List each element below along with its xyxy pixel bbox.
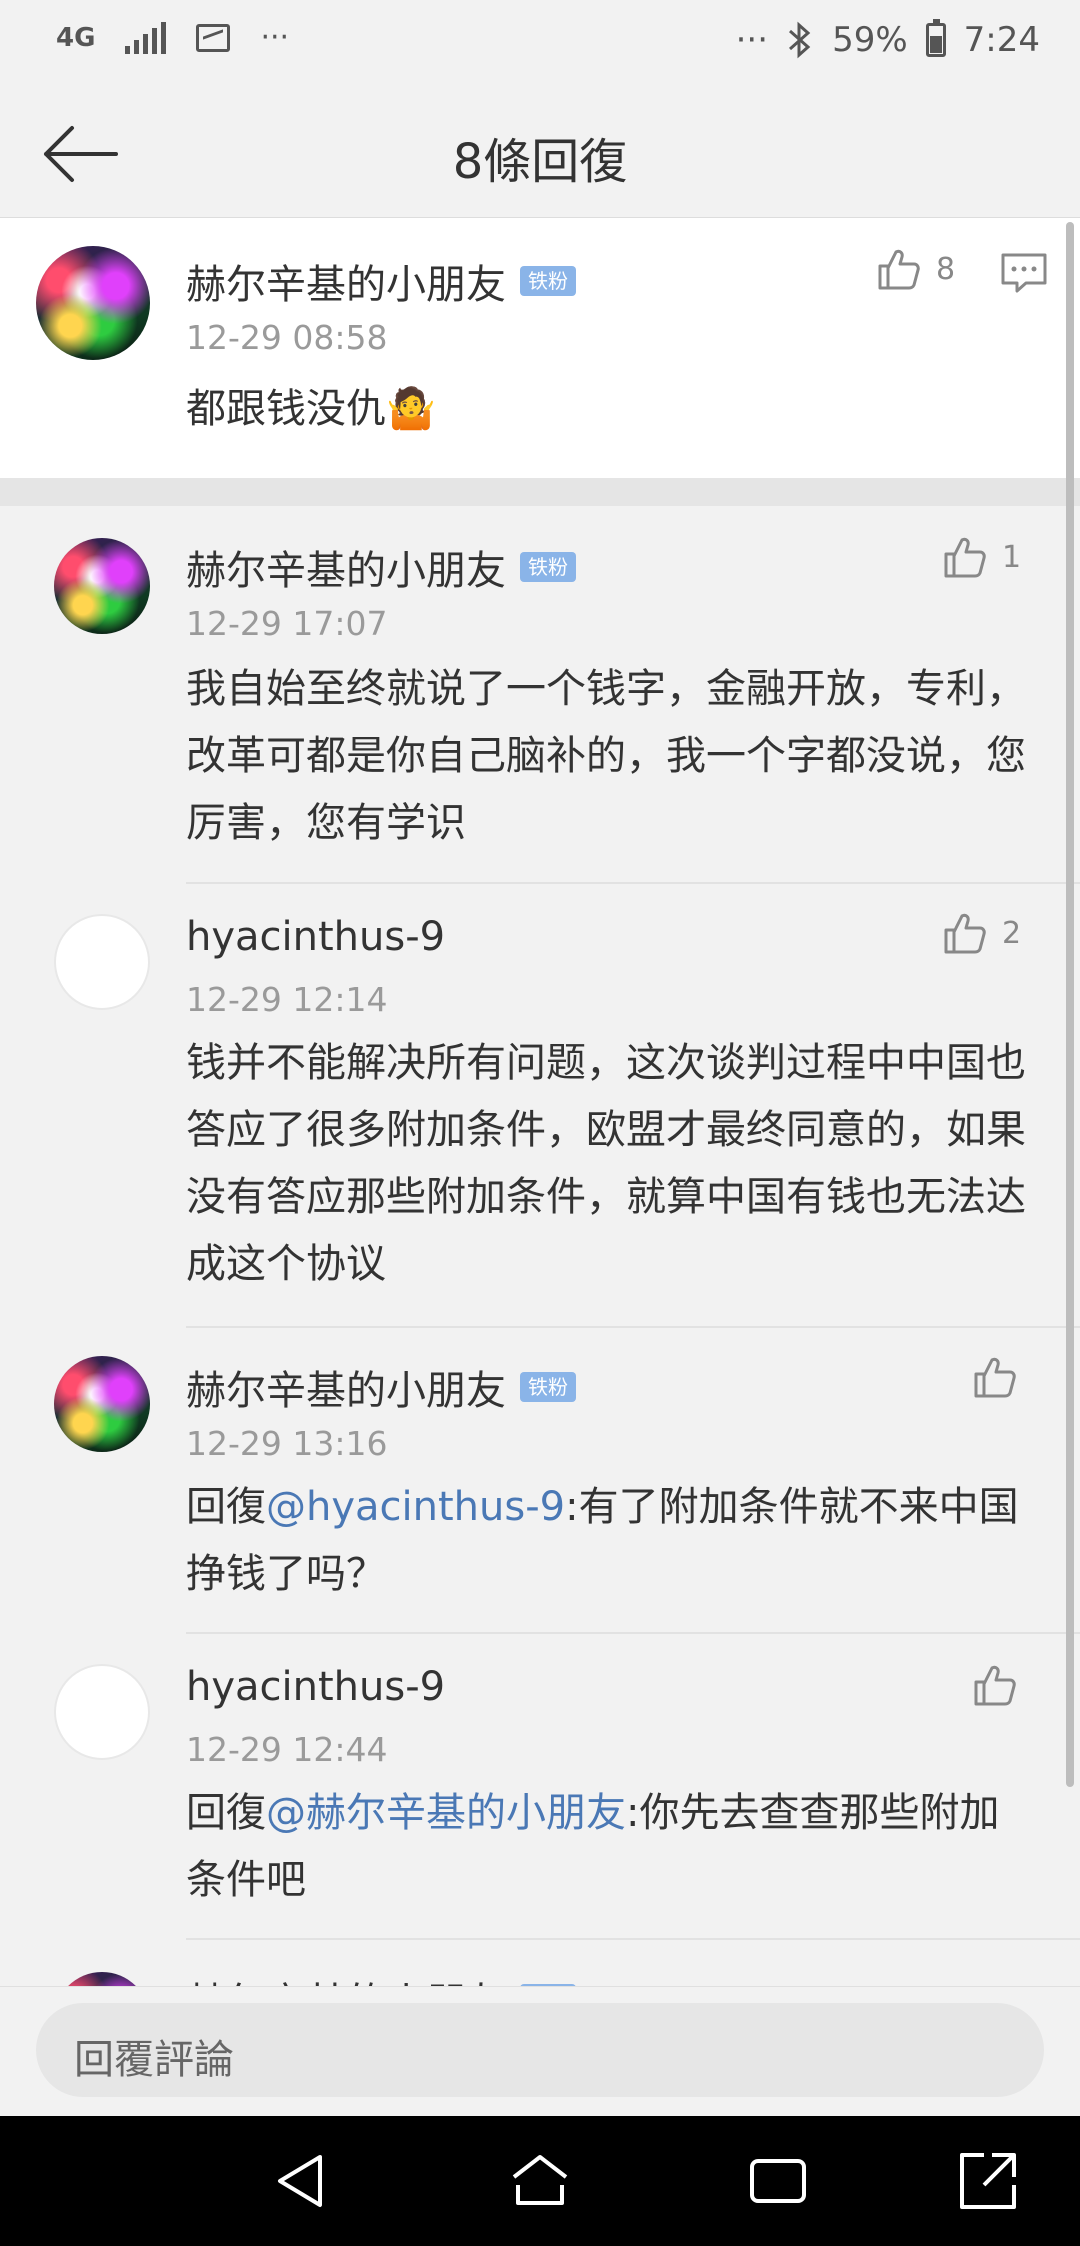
reply-username[interactable]: 赫尔辛基的小朋友 铁粉 [186, 1970, 576, 1986]
divider [186, 882, 1080, 884]
reply-time: 12-29 13:16 [186, 1424, 388, 1463]
divider [186, 1326, 1080, 1328]
comment-username[interactable]: 赫尔辛基的小朋友 铁粉 [186, 252, 576, 310]
like-count: 1 [1002, 539, 1022, 575]
image-notification-icon [196, 23, 231, 52]
avatar[interactable] [54, 1356, 150, 1452]
mention-link[interactable]: @赫尔辛基的小朋友 [266, 1790, 626, 1836]
reply-text: 钱并不能解决所有问题，这次谈判过程中中国也答应了很多附加条件，欧盟才最终同意的，… [186, 1040, 1026, 1287]
signal-icon [125, 21, 167, 54]
like-button[interactable]: 1 [942, 534, 1021, 580]
like-count: 8 [936, 251, 956, 287]
reply-username[interactable]: 赫尔辛基的小朋友 铁粉 [186, 538, 576, 596]
thumbs-up-icon [878, 249, 920, 290]
avatar[interactable] [54, 1664, 150, 1760]
nav-expand-button[interactable] [956, 2149, 1020, 2213]
reply-time: 12-29 12:44 [186, 1730, 388, 1769]
thumbs-up-icon [974, 1357, 1016, 1398]
page-title: 8條回復 [452, 134, 628, 190]
thumbs-up-icon [944, 537, 986, 578]
username-text: hyacinthus-9 [186, 914, 446, 960]
fan-badge: 铁粉 [520, 266, 576, 296]
avatar[interactable] [54, 538, 150, 634]
reply-username[interactable]: hyacinthus-9 [186, 914, 445, 960]
nav-home-icon [512, 2155, 568, 2205]
like-button[interactable]: 2 [942, 910, 1021, 956]
main-comment: 赫尔辛基的小朋友 铁粉 12-29 08:58 都跟钱没仇🤷 8 [0, 218, 1080, 478]
nav-back-icon [278, 2155, 322, 2207]
reply-list: 赫尔辛基的小朋友 铁粉 12-29 17:07 我自始至终就说了一个钱字，金融开… [0, 506, 1080, 1986]
system-nav-bar [0, 2116, 1080, 2246]
thumbs-up-icon [974, 1665, 1016, 1706]
nav-back-button[interactable] [270, 2149, 334, 2213]
reply-time: 12-29 12:14 [186, 980, 388, 1019]
nav-recents-icon [750, 2159, 806, 2203]
reply-text: 回復@赫尔辛基的小朋友:你先去查查那些附加条件吧 [186, 1780, 1036, 1914]
username-text: 赫尔辛基的小朋友 [186, 1970, 506, 1986]
comment-text: 都跟钱没仇🤷 [186, 386, 436, 432]
reply-text: 我自始至终就说了一个钱字，金融开放，专利，改革可都是你自己脑补的，我一个字都没说… [186, 666, 1026, 846]
bluetooth-icon [789, 21, 811, 59]
username-text: 赫尔辛基的小朋友 [186, 262, 506, 308]
reply-time: 12-29 17:07 [186, 604, 388, 643]
username-text: 赫尔辛基的小朋友 [186, 548, 506, 594]
thumbs-up-icon [944, 913, 986, 954]
nav-recents-button[interactable] [746, 2149, 810, 2213]
reply-prefix: 回復 [186, 1790, 266, 1836]
reply-username[interactable]: 赫尔辛基的小朋友 铁粉 [186, 1358, 576, 1416]
like-button[interactable] [972, 1354, 1018, 1400]
battery-icon [925, 19, 946, 57]
avatar[interactable] [54, 1972, 150, 1986]
reply-input-placeholder: 回覆評論 [74, 2037, 234, 2083]
reply-username[interactable]: hyacinthus-9 [186, 1664, 445, 1710]
like-count: 2 [1002, 915, 1022, 951]
divider [186, 1938, 1080, 1940]
battery-percent: 59% [832, 20, 908, 60]
clock: 7:24 [963, 20, 1040, 60]
more-status-icon: ··· [735, 20, 769, 60]
reply-input[interactable]: 回覆評論 [36, 2003, 1044, 2097]
scrollbar[interactable] [1066, 222, 1074, 1787]
nav-home-button[interactable] [508, 2149, 572, 2213]
network-indicator: 4G [56, 22, 96, 53]
expand-screen-icon [960, 2153, 1016, 2209]
fan-badge: 铁粉 [520, 1372, 576, 1402]
divider [186, 1632, 1080, 1634]
reply-input-bar: 回覆評論 [0, 1986, 1080, 2116]
status-bar: 4G ··· ··· 59% 7:24 [0, 0, 1080, 92]
username-text: 赫尔辛基的小朋友 [186, 1368, 506, 1414]
section-separator [0, 478, 1080, 506]
mention-link[interactable]: @hyacinthus-9 [266, 1484, 565, 1530]
comment-time: 12-29 08:58 [186, 318, 388, 357]
avatar[interactable] [36, 246, 150, 360]
avatar[interactable] [54, 914, 150, 1010]
fan-badge: 铁粉 [520, 552, 576, 582]
reply-prefix: 回復 [186, 1484, 266, 1530]
like-button[interactable] [972, 1662, 1018, 1708]
more-notifications-icon: ··· [260, 20, 290, 55]
like-button[interactable]: 8 [876, 246, 955, 292]
header: 8條回復 [0, 92, 1080, 218]
username-text: hyacinthus-9 [186, 1664, 446, 1710]
reply-text: 回復@hyacinthus-9:有了附加条件就不来中国挣钱了吗？ [186, 1474, 1036, 1608]
reply-comment-icon[interactable] [1000, 252, 1048, 294]
